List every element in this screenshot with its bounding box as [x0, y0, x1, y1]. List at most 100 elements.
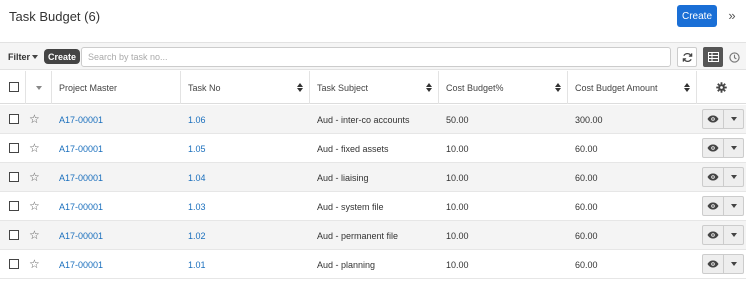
column-settings[interactable]	[697, 71, 746, 104]
sort-icon	[555, 83, 561, 93]
task-no-link[interactable]: 1.04	[181, 163, 206, 192]
cost-budget-pct-cell: 50.00	[446, 114, 469, 125]
grid-view-icon	[707, 52, 719, 62]
view-button[interactable]	[702, 196, 724, 216]
star-icon[interactable]: ☆	[29, 142, 40, 154]
view-button[interactable]	[702, 138, 724, 158]
refresh-icon	[682, 52, 692, 62]
cost-budget-amount-cell: 60.00	[575, 143, 598, 154]
table-row[interactable]: ☆ A17-00001 1.03 Aud - system file 10.00…	[0, 192, 746, 221]
column-project-master[interactable]: Project Master	[52, 71, 181, 104]
table-row[interactable]: ☆ A17-00001 1.06 Aud - inter-co accounts…	[0, 105, 746, 134]
task-no-link[interactable]: 1.01	[181, 250, 206, 279]
view-button[interactable]	[702, 254, 724, 274]
column-label: Task No	[188, 82, 221, 93]
row-checkbox[interactable]	[9, 143, 19, 153]
table-row[interactable]: ☆ A17-00001 1.01 Aud - planning 10.00 60…	[0, 250, 746, 279]
table-row[interactable]: ☆ A17-00001 1.02 Aud - permanent file 10…	[0, 221, 746, 250]
sort-icon	[426, 83, 432, 93]
task-no-link[interactable]: 1.06	[181, 105, 206, 134]
row-actions-dropdown[interactable]	[724, 138, 744, 158]
column-label: Task Subject	[317, 82, 369, 93]
project-master-link[interactable]: A17-00001	[52, 192, 103, 221]
view-button[interactable]	[702, 167, 724, 187]
cost-budget-pct-cell: 10.00	[446, 143, 469, 154]
task-no-link[interactable]: 1.02	[181, 221, 206, 250]
project-master-link[interactable]: A17-00001	[52, 105, 103, 134]
task-subject-cell: Aud - fixed assets	[317, 143, 389, 154]
star-icon[interactable]: ☆	[29, 229, 40, 241]
eye-icon	[707, 260, 719, 268]
table-row[interactable]: ☆ A17-00001 1.05 Aud - fixed assets 10.0…	[0, 134, 746, 163]
column-label: Cost Budget Amount	[575, 82, 658, 93]
star-icon[interactable]: ☆	[29, 200, 40, 212]
table-header-row: Project Master Task No Task Subject Cost…	[0, 71, 746, 104]
sort-icon	[297, 83, 303, 93]
project-master-link[interactable]: A17-00001	[52, 250, 103, 279]
create-filter-button[interactable]: Create	[44, 49, 81, 64]
create-button[interactable]: Create	[677, 5, 717, 27]
task-no-link[interactable]: 1.03	[181, 192, 206, 221]
search-input[interactable]	[81, 47, 671, 67]
view-button[interactable]	[702, 109, 724, 129]
cost-budget-amount-cell: 60.00	[575, 230, 598, 241]
filter-label: Filter	[8, 51, 31, 62]
row-actions-dropdown[interactable]	[724, 225, 744, 245]
cost-budget-amount-cell: 300.00	[575, 114, 603, 125]
star-icon[interactable]: ☆	[29, 171, 40, 183]
chevron-down-icon	[730, 117, 737, 121]
sort-icon	[684, 83, 690, 93]
filter-button[interactable]: Filter	[8, 48, 39, 65]
task-subject-cell: Aud - liaising	[317, 172, 369, 183]
toolbar: Filter Create	[0, 42, 746, 70]
column-label: Cost Budget%	[446, 82, 504, 93]
project-master-link[interactable]: A17-00001	[52, 134, 103, 163]
task-subject-cell: Aud - planning	[317, 259, 376, 270]
view-button[interactable]	[702, 225, 724, 245]
row-checkbox[interactable]	[9, 172, 19, 182]
eye-icon	[707, 231, 719, 239]
cost-budget-amount-cell: 60.00	[575, 201, 598, 212]
star-icon[interactable]: ☆	[29, 258, 40, 270]
task-subject-cell: Aud - permanent file	[317, 230, 399, 241]
clock-icon	[728, 51, 740, 63]
collapse-panel-button[interactable]: »	[724, 6, 740, 24]
eye-icon	[707, 115, 719, 123]
column-task-no[interactable]: Task No	[181, 71, 310, 104]
row-actions-dropdown[interactable]	[724, 109, 744, 129]
cost-budget-amount-cell: 60.00	[575, 172, 598, 183]
header-menu-cell[interactable]	[26, 71, 52, 104]
eye-icon	[707, 202, 719, 210]
column-cost-budget-amount[interactable]: Cost Budget Amount	[568, 71, 697, 104]
row-checkbox[interactable]	[9, 259, 19, 269]
row-checkbox[interactable]	[9, 201, 19, 211]
row-checkbox[interactable]	[9, 114, 19, 124]
row-actions-dropdown[interactable]	[724, 167, 744, 187]
cost-budget-pct-cell: 10.00	[446, 172, 469, 183]
chevron-down-icon	[730, 204, 737, 208]
column-cost-budget-pct[interactable]: Cost Budget%	[439, 71, 568, 104]
refresh-button[interactable]	[677, 47, 697, 67]
chevron-down-icon	[32, 54, 39, 59]
history-button[interactable]	[724, 47, 744, 67]
task-subject-cell: Aud - system file	[317, 201, 384, 212]
project-master-link[interactable]: A17-00001	[52, 163, 103, 192]
star-icon[interactable]: ☆	[29, 113, 40, 125]
select-all-checkbox[interactable]	[9, 82, 19, 92]
column-task-subject[interactable]: Task Subject	[310, 71, 439, 104]
table-row[interactable]: ☆ A17-00001 1.04 Aud - liaising 10.00 60…	[0, 163, 746, 192]
eye-icon	[707, 144, 719, 152]
chevron-down-icon	[730, 146, 737, 150]
cost-budget-pct-cell: 10.00	[446, 259, 469, 270]
chevron-down-icon	[730, 233, 737, 237]
cost-budget-pct-cell: 10.00	[446, 201, 469, 212]
row-checkbox[interactable]	[9, 230, 19, 240]
row-actions-dropdown[interactable]	[724, 196, 744, 216]
task-subject-cell: Aud - inter-co accounts	[317, 114, 410, 125]
task-no-link[interactable]: 1.05	[181, 134, 206, 163]
page-title: Task Budget (6)	[9, 9, 101, 24]
grid-view-button[interactable]	[703, 47, 723, 67]
project-master-link[interactable]: A17-00001	[52, 221, 103, 250]
gear-icon	[716, 82, 727, 93]
row-actions-dropdown[interactable]	[724, 254, 744, 274]
